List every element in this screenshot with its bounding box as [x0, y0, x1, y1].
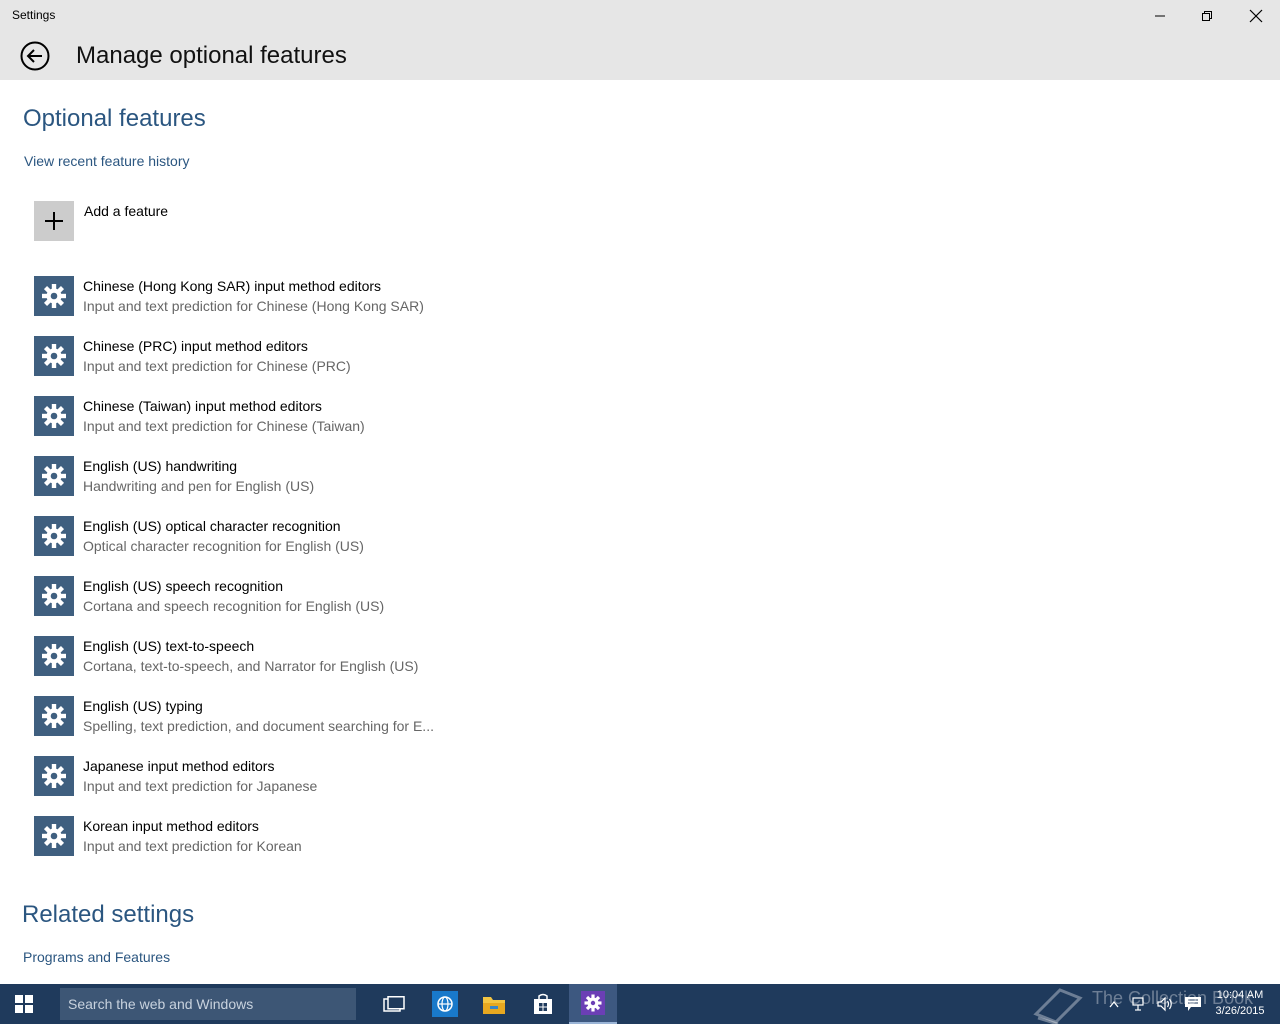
- feature-description: Input and text prediction for Korean: [83, 838, 302, 854]
- optional-features-heading: Optional features: [23, 105, 206, 132]
- folder-icon: [483, 997, 505, 1014]
- volume-tray-button[interactable]: [1153, 984, 1177, 1024]
- restore-icon: [1202, 11, 1212, 21]
- feature-description: Cortana and speech recognition for Engli…: [83, 598, 385, 614]
- feature-name: Chinese (PRC) input method editors: [83, 338, 308, 354]
- close-icon: [1249, 9, 1263, 23]
- gear-icon: [34, 696, 74, 736]
- gear-icon: [34, 516, 74, 556]
- action-center-button[interactable]: [1181, 984, 1205, 1024]
- store-button[interactable]: [519, 984, 567, 1024]
- plus-icon: [34, 201, 74, 241]
- clock[interactable]: 10:04 AM 3/26/2015: [1208, 987, 1272, 1019]
- feature-item[interactable]: Chinese (PRC) input method editors Input…: [34, 336, 534, 396]
- feature-description: Input and text prediction for Chinese (P…: [83, 358, 351, 374]
- network-icon: [1132, 997, 1144, 1011]
- settings-gear-icon: [581, 991, 605, 1015]
- back-button[interactable]: [20, 41, 50, 71]
- feature-item[interactable]: English (US) optical character recogniti…: [34, 516, 534, 576]
- settings-app-button[interactable]: [569, 984, 617, 1024]
- gear-icon: [34, 756, 74, 796]
- windows-logo-icon: [15, 995, 33, 1013]
- volume-icon: [1157, 996, 1172, 1012]
- page-header: Manage optional features: [0, 32, 1280, 80]
- edge-browser-button[interactable]: [421, 984, 469, 1024]
- feature-description: Cortana, text-to-speech, and Narrator fo…: [83, 658, 419, 674]
- browser-icon: [432, 991, 458, 1017]
- feature-item[interactable]: Korean input method editors Input and te…: [34, 816, 534, 876]
- feature-name: English (US) typing: [83, 698, 203, 714]
- feature-item[interactable]: English (US) handwriting Handwriting and…: [34, 456, 534, 516]
- feature-name: Korean input method editors: [83, 818, 259, 834]
- feature-description: Optical character recognition for Englis…: [83, 538, 364, 554]
- view-feature-history-link[interactable]: View recent feature history: [24, 153, 190, 169]
- close-button[interactable]: [1233, 0, 1279, 32]
- window-title: Settings: [12, 8, 56, 22]
- feature-name: English (US) text-to-speech: [83, 638, 255, 654]
- feature-item[interactable]: English (US) speech recognition Cortana …: [34, 576, 534, 636]
- chevron-up-icon: [1109, 1000, 1119, 1008]
- add-feature-label: Add a feature: [84, 203, 169, 219]
- gear-icon: [34, 276, 74, 316]
- feature-item[interactable]: English (US) text-to-speech Cortana, tex…: [34, 636, 534, 696]
- feature-name: English (US) optical character recogniti…: [83, 518, 341, 534]
- back-arrow-icon: [20, 41, 50, 71]
- clock-date: 3/26/2015: [1215, 1005, 1265, 1017]
- programs-and-features-link[interactable]: Programs and Features: [23, 949, 170, 965]
- gear-icon: [34, 396, 74, 436]
- restore-button[interactable]: [1184, 0, 1230, 32]
- feature-name: Chinese (Taiwan) input method editors: [83, 398, 322, 414]
- add-feature-button[interactable]: Add a feature: [34, 201, 434, 241]
- start-button[interactable]: [0, 984, 48, 1024]
- gear-icon: [34, 816, 74, 856]
- gear-icon: [34, 576, 74, 616]
- feature-name: English (US) handwriting: [83, 458, 238, 474]
- feature-item[interactable]: English (US) typing Spelling, text predi…: [34, 696, 534, 756]
- gear-icon: [34, 456, 74, 496]
- show-hidden-icons-button[interactable]: [1104, 984, 1124, 1024]
- taskbar: Search the web and Windows 10:04 AM 3/26…: [0, 984, 1280, 1024]
- task-view-button[interactable]: [370, 984, 418, 1024]
- minimize-button[interactable]: [1137, 0, 1183, 32]
- feature-name: Chinese (Hong Kong SAR) input method edi…: [83, 278, 382, 294]
- feature-description: Input and text prediction for Chinese (H…: [83, 298, 424, 314]
- feature-description: Spelling, text prediction, and document …: [83, 718, 434, 734]
- feature-item[interactable]: Chinese (Hong Kong SAR) input method edi…: [34, 276, 534, 336]
- feature-description: Handwriting and pen for English (US): [83, 478, 315, 494]
- page-title: Manage optional features: [76, 42, 347, 69]
- feature-description: Input and text prediction for Japanese: [83, 778, 318, 794]
- minimize-icon: [1155, 15, 1165, 17]
- feature-item[interactable]: Chinese (Taiwan) input method editors In…: [34, 396, 534, 456]
- search-input[interactable]: Search the web and Windows: [60, 988, 356, 1020]
- feature-item[interactable]: Japanese input method editors Input and …: [34, 756, 534, 816]
- clock-time: 10:04 AM: [1216, 989, 1264, 1001]
- related-settings-heading: Related settings: [22, 901, 195, 928]
- file-explorer-button[interactable]: [470, 984, 518, 1024]
- feature-description: Input and text prediction for Chinese (T…: [83, 418, 365, 434]
- feature-list: Chinese (Hong Kong SAR) input method edi…: [34, 276, 534, 876]
- gear-icon: [34, 336, 74, 376]
- feature-name: English (US) speech recognition: [83, 578, 283, 594]
- store-bag-icon: [534, 993, 552, 1014]
- notification-icon: [1185, 997, 1201, 1011]
- title-bar: Settings: [0, 0, 1280, 32]
- feature-name: Japanese input method editors: [83, 758, 275, 774]
- network-tray-button[interactable]: [1128, 984, 1152, 1024]
- task-view-icon: [383, 996, 405, 1012]
- gear-icon: [34, 636, 74, 676]
